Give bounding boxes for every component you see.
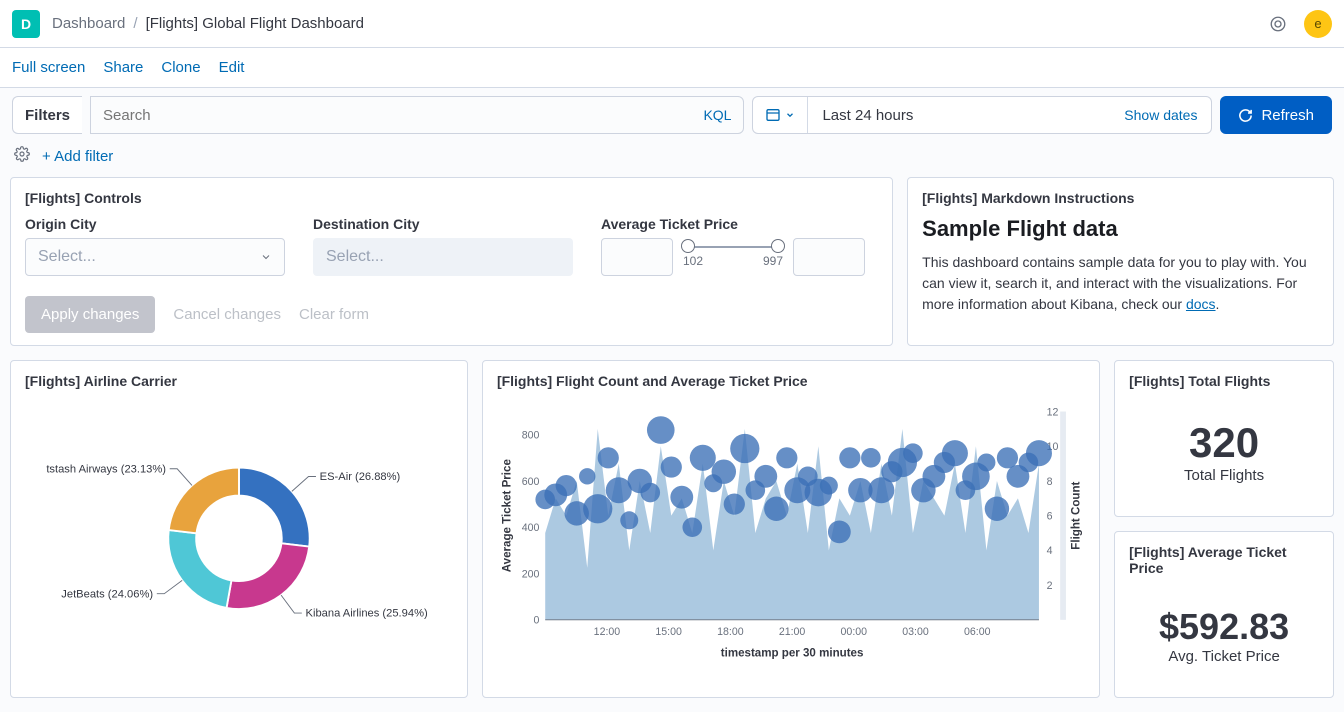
filter-settings-icon[interactable] <box>14 146 30 167</box>
svg-text:Flight Count: Flight Count <box>1070 482 1082 550</box>
news-icon[interactable] <box>1266 12 1290 36</box>
refresh-label: Refresh <box>1261 107 1314 124</box>
avg-price-value: $592.83 <box>1159 606 1289 648</box>
svg-text:Average Ticket Price: Average Ticket Price <box>501 459 513 573</box>
origin-city-select[interactable]: Select... <box>25 238 285 276</box>
svg-text:6: 6 <box>1047 511 1053 523</box>
docs-link[interactable]: docs <box>1186 296 1216 312</box>
filter-add-row: + Add filter <box>0 142 1344 177</box>
filters-label: Filters <box>12 96 82 134</box>
markdown-heading: Sample Flight data <box>922 216 1319 242</box>
svg-text:06:00: 06:00 <box>964 626 991 638</box>
price-slider[interactable]: 102 997 <box>683 246 783 268</box>
user-avatar[interactable]: e <box>1304 10 1332 38</box>
svg-text:0: 0 <box>533 615 539 627</box>
cancel-changes-button[interactable]: Cancel changes <box>173 296 281 333</box>
breadcrumb: Dashboard / [Flights] Global Flight Dash… <box>52 15 364 32</box>
svg-text:12: 12 <box>1047 406 1059 418</box>
workspace-badge[interactable]: D <box>12 10 40 38</box>
svg-text:18:00: 18:00 <box>717 626 744 638</box>
avg-price-title: [Flights] Average Ticket Price <box>1129 544 1319 576</box>
search-input[interactable] <box>103 107 703 124</box>
add-filter-button[interactable]: + Add filter <box>42 148 113 165</box>
count-price-panel: [Flights] Flight Count and Average Ticke… <box>482 360 1100 698</box>
price-max-label: 997 <box>763 254 783 268</box>
apply-changes-button[interactable]: Apply changes <box>25 296 155 333</box>
destination-placeholder: Select... <box>326 248 384 266</box>
markdown-title: [Flights] Markdown Instructions <box>922 190 1319 206</box>
markdown-panel: [Flights] Markdown Instructions Sample F… <box>907 177 1334 346</box>
svg-text:400: 400 <box>522 522 540 534</box>
svg-text:8: 8 <box>1047 476 1053 488</box>
svg-text:21:00: 21:00 <box>779 626 806 638</box>
origin-placeholder: Select... <box>38 248 96 266</box>
date-picker[interactable]: Last 24 hours Show dates <box>752 96 1212 134</box>
dashboard-toolbar: Full screen Share Clone Edit <box>0 48 1344 88</box>
svg-text:200: 200 <box>522 568 540 580</box>
svg-text:600: 600 <box>522 476 540 488</box>
breadcrumb-root[interactable]: Dashboard <box>52 15 125 32</box>
avg-price-panel: [Flights] Average Ticket Price $592.83 A… <box>1114 531 1334 698</box>
svg-text:03:00: 03:00 <box>902 626 929 638</box>
ticket-price-label: Average Ticket Price <box>601 216 865 232</box>
svg-text:00:00: 00:00 <box>840 626 867 638</box>
total-flights-panel: [Flights] Total Flights 320 Total Flight… <box>1114 360 1334 517</box>
controls-panel: [Flights] Controls Origin City Select...… <box>10 177 893 346</box>
svg-text:15:00: 15:00 <box>655 626 682 638</box>
kql-button[interactable]: KQL <box>703 107 731 123</box>
full-screen-button[interactable]: Full screen <box>12 59 85 76</box>
svg-text:tstash Airways (23.13%): tstash Airways (23.13%) <box>46 463 166 475</box>
airline-carrier-chart[interactable]: ES-Air (26.88%) Kibana Airlines (25.94%) J… <box>25 399 453 659</box>
svg-text:JetBeats (24.06%): JetBeats (24.06%) <box>61 588 153 600</box>
price-min-input[interactable] <box>601 238 673 276</box>
chevron-down-icon <box>260 251 272 263</box>
svg-text:12:00: 12:00 <box>594 626 621 638</box>
svg-text:800: 800 <box>522 430 540 442</box>
svg-text:2: 2 <box>1047 580 1053 592</box>
clear-form-button[interactable]: Clear form <box>299 296 369 333</box>
filters-row: Filters KQL Last 24 hours Show dates Ref… <box>0 88 1344 142</box>
price-min-label: 102 <box>683 254 703 268</box>
price-max-input[interactable] <box>793 238 865 276</box>
airline-carrier-panel: [Flights] Airline Carrier ES-Air (26.88%… <box>10 360 468 698</box>
markdown-body: This dashboard contains sample data for … <box>922 252 1319 315</box>
airline-carrier-title: [Flights] Airline Carrier <box>25 373 453 389</box>
destination-city-select[interactable]: Select... <box>313 238 573 276</box>
avg-price-label: Avg. Ticket Price <box>1168 648 1279 665</box>
count-price-title: [Flights] Flight Count and Average Ticke… <box>497 373 1085 389</box>
show-dates-button[interactable]: Show dates <box>1110 107 1211 123</box>
svg-text:ES-Air (26.88%): ES-Air (26.88%) <box>320 471 401 483</box>
edit-button[interactable]: Edit <box>219 59 245 76</box>
total-flights-title: [Flights] Total Flights <box>1129 373 1319 389</box>
breadcrumb-current: [Flights] Global Flight Dashboard <box>146 15 364 32</box>
search-field-wrap: KQL <box>90 96 744 134</box>
origin-city-label: Origin City <box>25 216 285 232</box>
slider-thumb-max[interactable] <box>771 239 785 253</box>
total-flights-value: 320 <box>1189 419 1259 467</box>
svg-text:timestamp per 30 minutes: timestamp per 30 minutes <box>721 647 864 659</box>
app-header: D Dashboard / [Flights] Global Flight Da… <box>0 0 1344 48</box>
count-price-chart[interactable]: 02004006008002468101212:0015:0018:0021:0… <box>497 399 1085 669</box>
slider-thumb-min[interactable] <box>681 239 695 253</box>
quick-select-icon[interactable] <box>753 97 808 133</box>
destination-city-label: Destination City <box>313 216 573 232</box>
clone-button[interactable]: Clone <box>161 59 200 76</box>
total-flights-label: Total Flights <box>1184 467 1264 484</box>
date-range-text: Last 24 hours <box>808 107 1110 124</box>
share-button[interactable]: Share <box>103 59 143 76</box>
svg-text:4: 4 <box>1047 545 1053 557</box>
refresh-button[interactable]: Refresh <box>1220 96 1332 134</box>
controls-title: [Flights] Controls <box>25 190 878 206</box>
svg-text:Kibana Airlines (25.94%): Kibana Airlines (25.94%) <box>306 608 428 620</box>
